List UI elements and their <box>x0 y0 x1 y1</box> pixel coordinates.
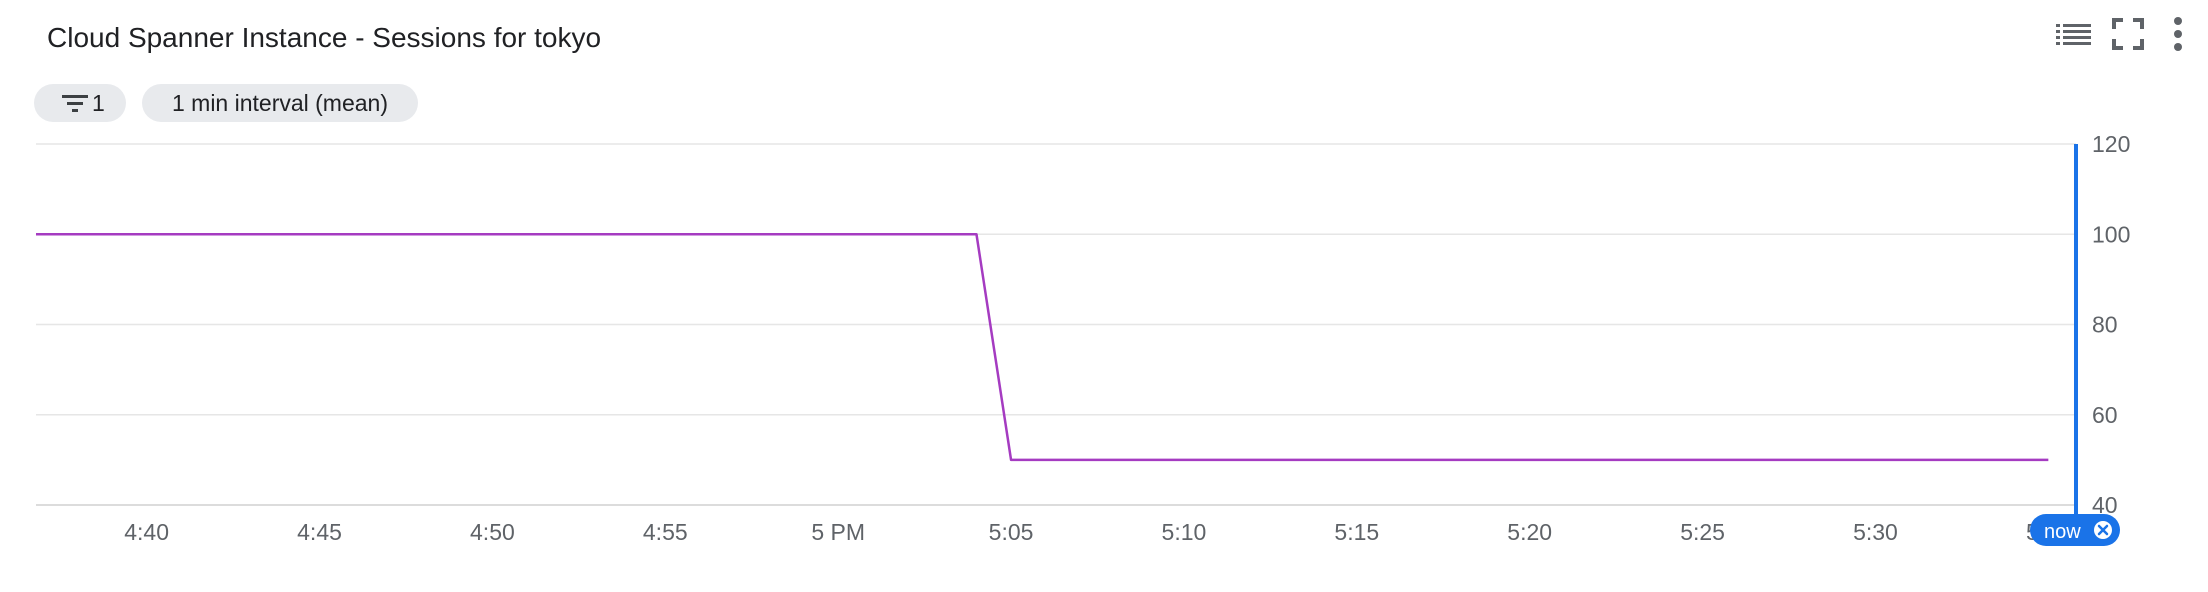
x-tick-label: 5:10 <box>1162 519 1207 545</box>
x-tick-label: 4:55 <box>643 519 688 545</box>
y-tick-label: 100 <box>2092 221 2130 247</box>
x-tick-label: 5:20 <box>1507 519 1552 545</box>
x-tick-label: 5:05 <box>989 519 1034 545</box>
sessions-line-chart: 4060801001204:40 4:45 4:50 4:55 5 PM 5:05 5:10… <box>35 131 2130 546</box>
x-tick-label: 4:45 <box>297 519 342 545</box>
now-marker-label: now <box>2044 521 2081 543</box>
x-tick-label: 5:30 <box>1853 519 1898 545</box>
y-tick-label: 80 <box>2092 312 2118 338</box>
y-tick-label: 120 <box>2092 131 2130 157</box>
x-tick-label: 5:25 <box>1680 519 1725 545</box>
x-tick-label: 5:15 <box>1334 519 1379 545</box>
y-tick-label: 60 <box>2092 402 2118 428</box>
x-tick-label: 4:40 <box>124 519 169 545</box>
x-tick-label: 4:50 <box>470 519 515 545</box>
x-tick-label: 5 PM <box>811 519 865 545</box>
series-line <box>36 233 2049 462</box>
